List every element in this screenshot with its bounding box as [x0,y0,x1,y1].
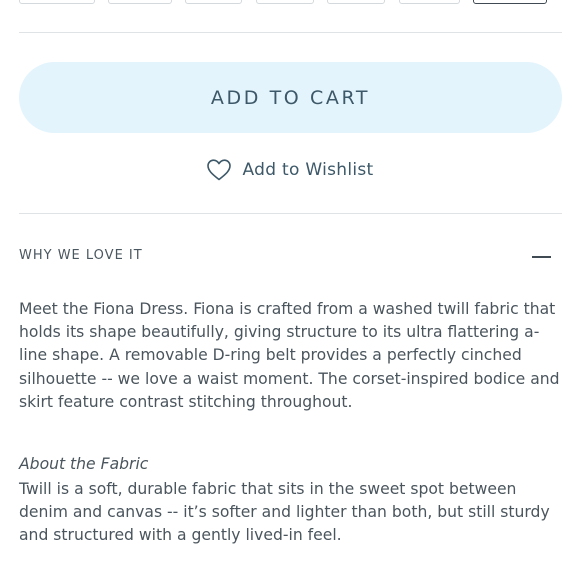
size-option-selected[interactable] [473,0,547,4]
minus-icon[interactable] [532,256,551,258]
size-option[interactable] [185,0,242,4]
size-option[interactable] [327,0,385,4]
size-option[interactable] [256,0,314,4]
size-option[interactable] [399,0,460,4]
heart-icon [206,158,232,182]
wishlist-label: Add to Wishlist [242,160,374,180]
product-description: Meet the Fiona Dress. Fiona is crafted f… [19,300,560,411]
divider [19,32,562,33]
fabric-heading: About the Fabric [19,455,149,473]
accordion-title: WHY WE LOVE IT [19,248,143,263]
add-to-cart-button[interactable]: ADD TO CART [19,62,562,133]
divider [19,213,562,214]
size-selector [0,0,580,6]
add-to-wishlist-link[interactable]: Add to Wishlist [0,153,580,187]
accordion-header-why-we-love-it[interactable]: WHY WE LOVE IT [19,244,562,268]
size-option[interactable] [108,0,172,4]
size-option[interactable] [19,0,95,4]
fabric-description: Twill is a soft, durable fabric that sit… [19,480,550,545]
